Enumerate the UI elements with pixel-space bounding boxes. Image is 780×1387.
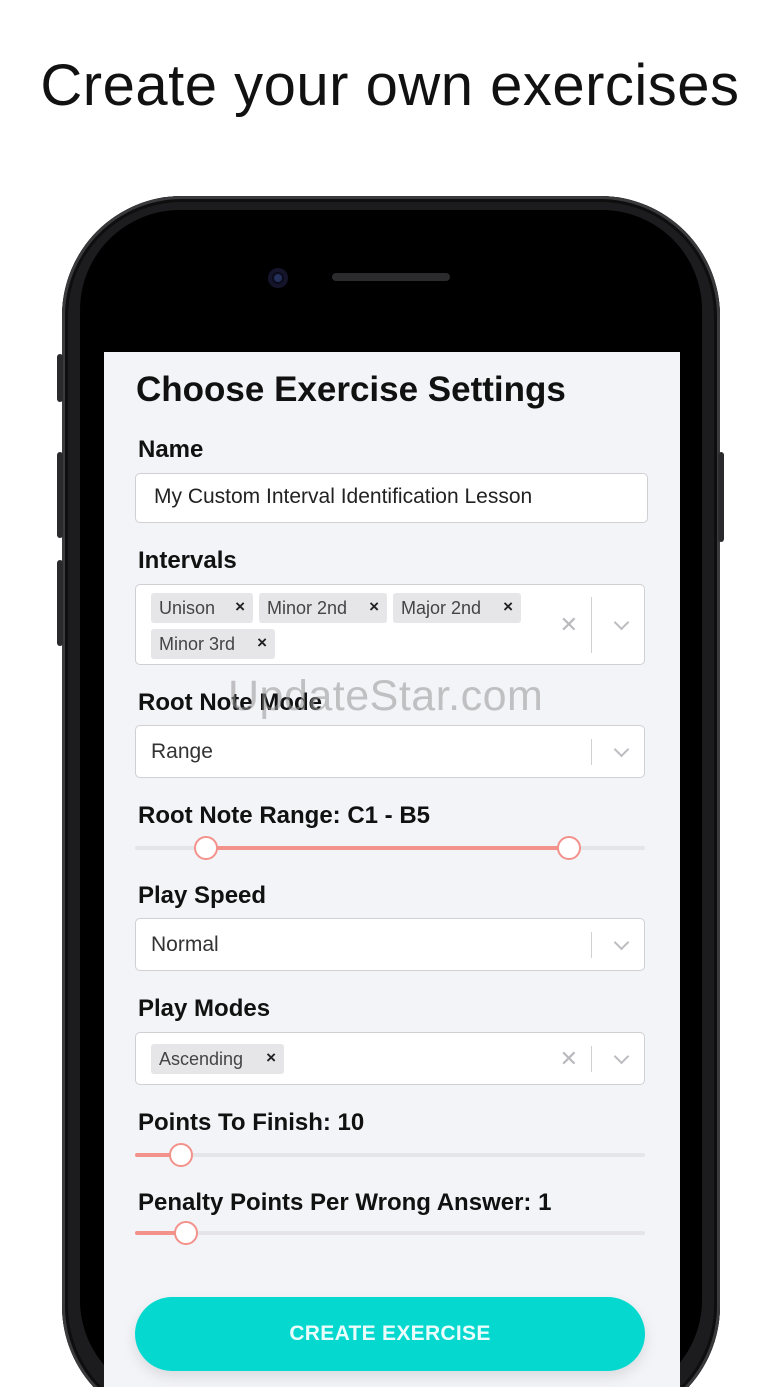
mute-switch	[57, 354, 63, 402]
name-input[interactable]: My Custom Interval Identification Lesson	[135, 473, 648, 523]
root-note-range-label: Root Note Range: C1 - B5	[138, 802, 431, 829]
remove-icon[interactable]: ×	[369, 597, 379, 617]
separator	[591, 1046, 592, 1072]
remove-icon[interactable]: ×	[257, 633, 267, 653]
clear-icon[interactable]: ✕	[560, 1048, 578, 1070]
points-to-finish-label: Points To Finish: 10	[138, 1109, 365, 1136]
volume-down-button	[57, 560, 63, 646]
headline: Create your own exercises	[40, 53, 740, 118]
play-speed-select[interactable]: Normal	[135, 918, 645, 971]
remove-icon[interactable]: ×	[266, 1048, 276, 1068]
intervals-multiselect[interactable]: Unison × Minor 2nd × Major 2nd × Minor 3…	[135, 584, 645, 665]
select-value: Range	[151, 740, 213, 763]
interval-chip-minor-3rd: Minor 3rd ×	[151, 629, 275, 659]
penalty-points-slider[interactable]	[135, 1221, 645, 1245]
play-mode-chip-ascending: Ascending ×	[151, 1044, 284, 1074]
chip-label: Unison	[159, 598, 216, 618]
interval-chip-minor-2nd: Minor 2nd ×	[259, 593, 387, 623]
slider-handle[interactable]	[168, 1143, 193, 1167]
chevron-down-icon[interactable]	[613, 614, 630, 631]
camera-icon	[268, 268, 288, 288]
remove-icon[interactable]: ×	[235, 597, 245, 617]
interval-chip-major-2nd: Major 2nd ×	[393, 593, 521, 623]
intervals-label: Intervals	[138, 547, 237, 574]
chevron-down-icon[interactable]	[613, 934, 630, 951]
separator	[591, 597, 592, 653]
interval-chip-unison: Unison ×	[151, 593, 253, 623]
chip-label: Ascending	[159, 1049, 244, 1069]
chevron-down-icon[interactable]	[613, 1048, 630, 1065]
app-screen: Choose Exercise Settings Name My Custom …	[104, 352, 680, 1387]
chevron-down-icon[interactable]	[613, 741, 630, 758]
range-high-handle[interactable]	[556, 836, 581, 860]
chip-label: Minor 2nd	[267, 598, 348, 618]
play-modes-multiselect[interactable]: Ascending × ✕	[135, 1032, 645, 1085]
select-value: Normal	[151, 933, 219, 956]
points-to-finish-slider[interactable]	[135, 1143, 645, 1167]
separator	[591, 739, 592, 765]
chip-label: Major 2nd	[401, 598, 482, 618]
play-speed-label: Play Speed	[138, 882, 267, 909]
range-low-handle[interactable]	[194, 836, 219, 860]
chip-label: Minor 3rd	[159, 634, 236, 654]
separator	[591, 932, 592, 958]
name-label: Name	[138, 436, 204, 463]
clear-icon[interactable]: ✕	[560, 614, 578, 636]
root-note-mode-select[interactable]: Range	[135, 725, 645, 778]
slider-handle[interactable]	[174, 1221, 198, 1245]
root-note-range-slider[interactable]	[135, 836, 645, 860]
create-exercise-button[interactable]: CREATE EXERCISE	[135, 1297, 645, 1371]
power-button	[718, 452, 724, 542]
speaker-grille	[332, 273, 450, 281]
penalty-points-label: Penalty Points Per Wrong Answer: 1	[138, 1189, 552, 1216]
play-modes-label: Play Modes	[138, 995, 271, 1022]
volume-up-button	[57, 452, 63, 538]
page-title: Choose Exercise Settings	[136, 370, 566, 409]
range-fill	[206, 846, 569, 850]
watermark: UpdateStar.com	[228, 672, 544, 720]
remove-icon[interactable]: ×	[503, 597, 513, 617]
